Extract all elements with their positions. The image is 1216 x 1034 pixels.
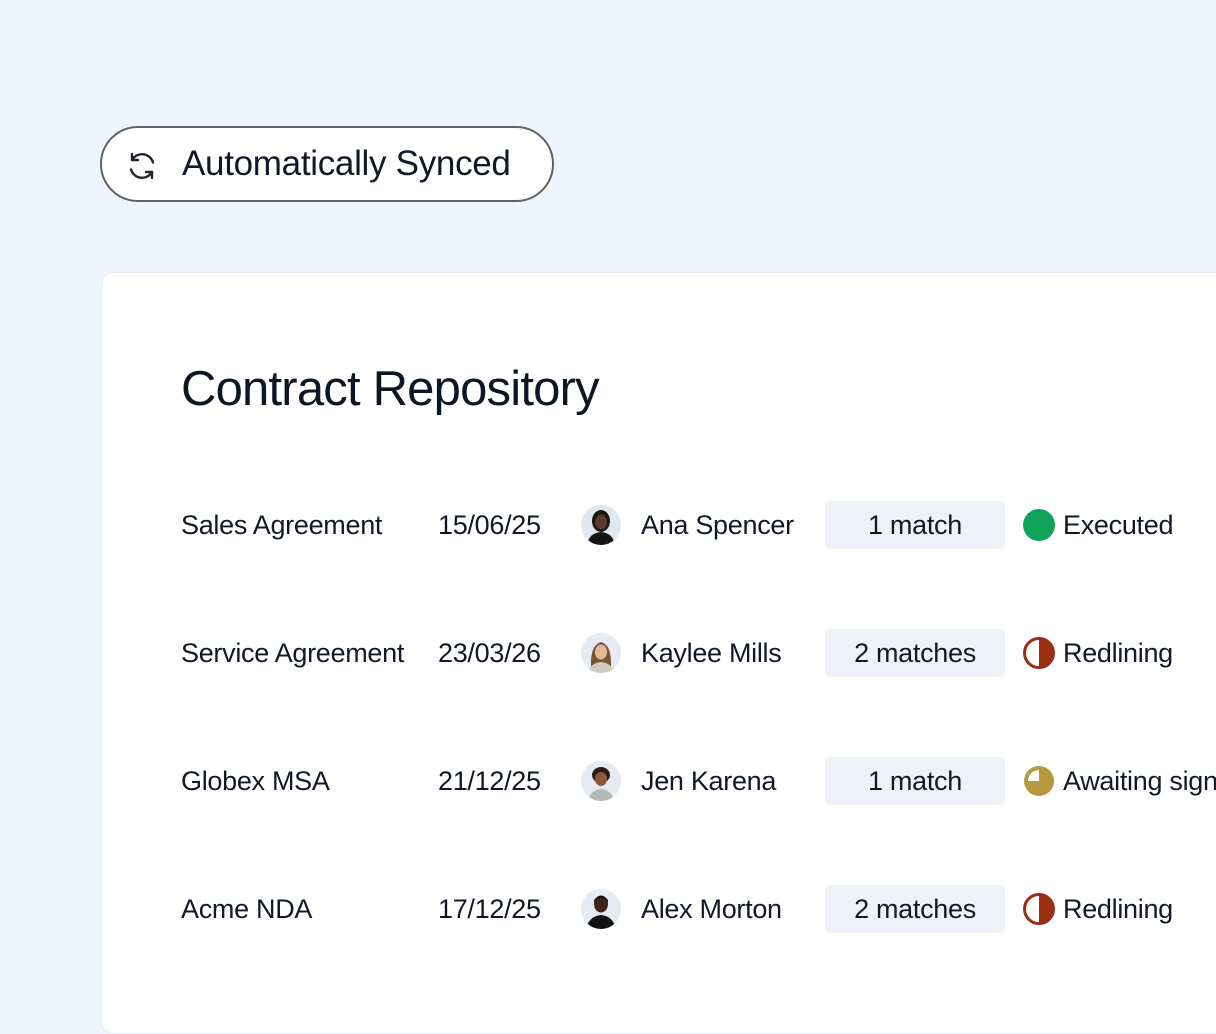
match-count-badge[interactable]: 2 matches: [825, 885, 1005, 933]
owner-name: Alex Morton: [641, 894, 782, 924]
sync-status-label: Automatically Synced: [182, 144, 511, 183]
status-redlining-icon: [1023, 893, 1055, 925]
contract-row[interactable]: Globex MSA 21/12/25 Jen Karena 1 match A…: [102, 755, 1216, 807]
match-count-badge[interactable]: 1 match: [825, 501, 1005, 549]
owner-name: Jen Karena: [641, 766, 777, 796]
avatar: [581, 761, 621, 801]
contract-date: 17/12/25: [438, 894, 541, 924]
status-label: Redlining: [1063, 638, 1173, 668]
page-title: Contract Repository: [181, 362, 600, 416]
avatar: [581, 889, 621, 929]
status-redlining-icon: [1023, 637, 1055, 669]
match-count-badge[interactable]: 2 matches: [825, 629, 1005, 677]
sync-status-pill[interactable]: Automatically Synced: [100, 126, 554, 202]
contract-row[interactable]: Sales Agreement 15/06/25 Ana Spencer 1 m…: [102, 499, 1216, 551]
owner-name: Ana Spencer: [641, 510, 794, 540]
owner-name: Kaylee Mills: [641, 638, 782, 668]
status-awaiting-icon: [1024, 766, 1054, 796]
contract-name[interactable]: Service Agreement: [181, 627, 404, 679]
contract-name[interactable]: Acme NDA: [181, 883, 312, 935]
status-label: Executed: [1063, 510, 1174, 540]
contract-date: 15/06/25: [438, 510, 541, 540]
contract-name[interactable]: Sales Agreement: [181, 499, 382, 551]
match-count-badge[interactable]: 1 match: [825, 757, 1005, 805]
contract-row[interactable]: Acme NDA 17/12/25 Alex Morton 2 matches …: [102, 883, 1216, 935]
status-label: Awaiting sign: [1063, 766, 1216, 796]
contract-repository-card: Contract Repository Sales Agreement 15/0…: [101, 272, 1216, 1034]
sync-icon: [129, 152, 155, 180]
contract-date: 21/12/25: [438, 766, 541, 796]
avatar: [581, 633, 621, 673]
avatar: [581, 505, 621, 545]
status-label: Redlining: [1063, 894, 1173, 924]
contract-name[interactable]: Globex MSA: [181, 755, 330, 807]
contract-row[interactable]: Service Agreement 23/03/26 Kaylee Mills …: [102, 627, 1216, 679]
status-executed-icon: [1023, 509, 1055, 541]
contract-date: 23/03/26: [438, 638, 541, 668]
